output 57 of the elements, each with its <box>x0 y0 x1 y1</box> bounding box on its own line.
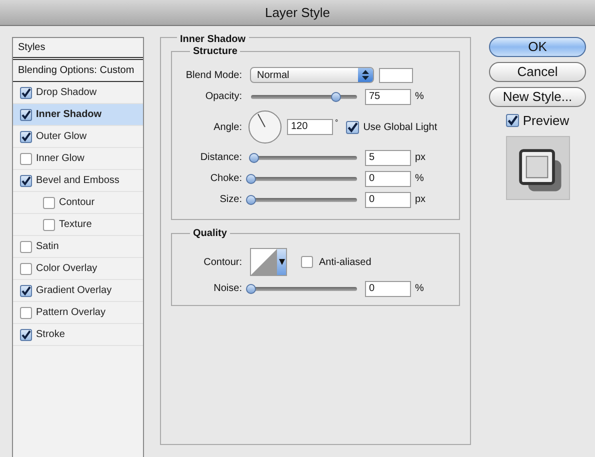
checkbox[interactable] <box>346 120 360 134</box>
checkbox[interactable] <box>20 130 32 142</box>
field-label: Choke: <box>209 172 243 186</box>
checkbox[interactable] <box>20 306 32 318</box>
checkbox[interactable] <box>301 256 313 268</box>
value-field[interactable]: 5 <box>365 150 411 166</box>
field-label: Blend Mode: <box>184 68 243 82</box>
caret-icon <box>278 259 284 265</box>
dialog-button[interactable]: New Style... <box>489 87 586 107</box>
checkbox-label: Use Global Light <box>363 120 438 134</box>
slider-thumb[interactable] <box>246 174 256 184</box>
slider-thumb[interactable] <box>249 152 260 162</box>
checkbox-label: Anti-aliased <box>319 256 372 270</box>
unit-label: ° <box>335 117 338 129</box>
value-field[interactable]: 0 <box>365 170 411 186</box>
value-field[interactable]: 120 <box>287 119 333 135</box>
value-field[interactable]: 0 <box>365 280 411 296</box>
checkbox[interactable] <box>20 86 32 98</box>
field-label: Angle: <box>212 120 243 134</box>
dialog-button[interactable]: OK <box>489 37 586 57</box>
field-label: Opacity: <box>204 90 243 104</box>
stepper-icon <box>358 68 373 82</box>
checkbox[interactable] <box>20 108 32 120</box>
style-item[interactable]: Inner Shadow <box>13 104 143 126</box>
angle-dial[interactable] <box>248 110 282 144</box>
checkbox[interactable] <box>506 114 519 128</box>
group-title: Quality <box>190 226 230 241</box>
unit-label: % <box>415 90 424 104</box>
checkbox-label: Preview <box>522 112 570 130</box>
checkbox[interactable] <box>20 284 32 296</box>
value-field[interactable]: 75 <box>365 88 411 104</box>
checkbox[interactable] <box>20 328 32 340</box>
style-preview-thumbnail <box>506 136 570 200</box>
unit-label: px <box>415 151 426 165</box>
field-label: Contour: <box>202 256 243 270</box>
value-field[interactable]: 0 <box>365 192 411 208</box>
checkbox[interactable] <box>20 152 32 164</box>
slider-thumb[interactable] <box>246 284 256 294</box>
contour-picker[interactable] <box>250 248 287 276</box>
slider-thumb[interactable] <box>246 194 256 204</box>
color-swatch[interactable] <box>379 68 413 82</box>
checkbox[interactable] <box>20 174 32 186</box>
blend-mode-select[interactable]: Normal <box>250 67 374 83</box>
unit-label: % <box>415 172 424 186</box>
checkbox[interactable] <box>20 262 32 274</box>
window-title: Layer Style <box>264 4 330 22</box>
unit-label: % <box>415 282 424 296</box>
field-label: Noise: <box>212 282 243 296</box>
unit-label: px <box>415 193 426 207</box>
field-label: Distance: <box>199 151 243 165</box>
dialog-button[interactable]: Cancel <box>489 62 586 82</box>
checkbox[interactable] <box>20 240 32 252</box>
field-label: Size: <box>218 193 243 207</box>
slider-thumb[interactable] <box>330 92 341 102</box>
checkbox[interactable] <box>43 218 55 230</box>
list-header: Styles <box>13 38 143 60</box>
checkbox[interactable] <box>43 196 55 208</box>
